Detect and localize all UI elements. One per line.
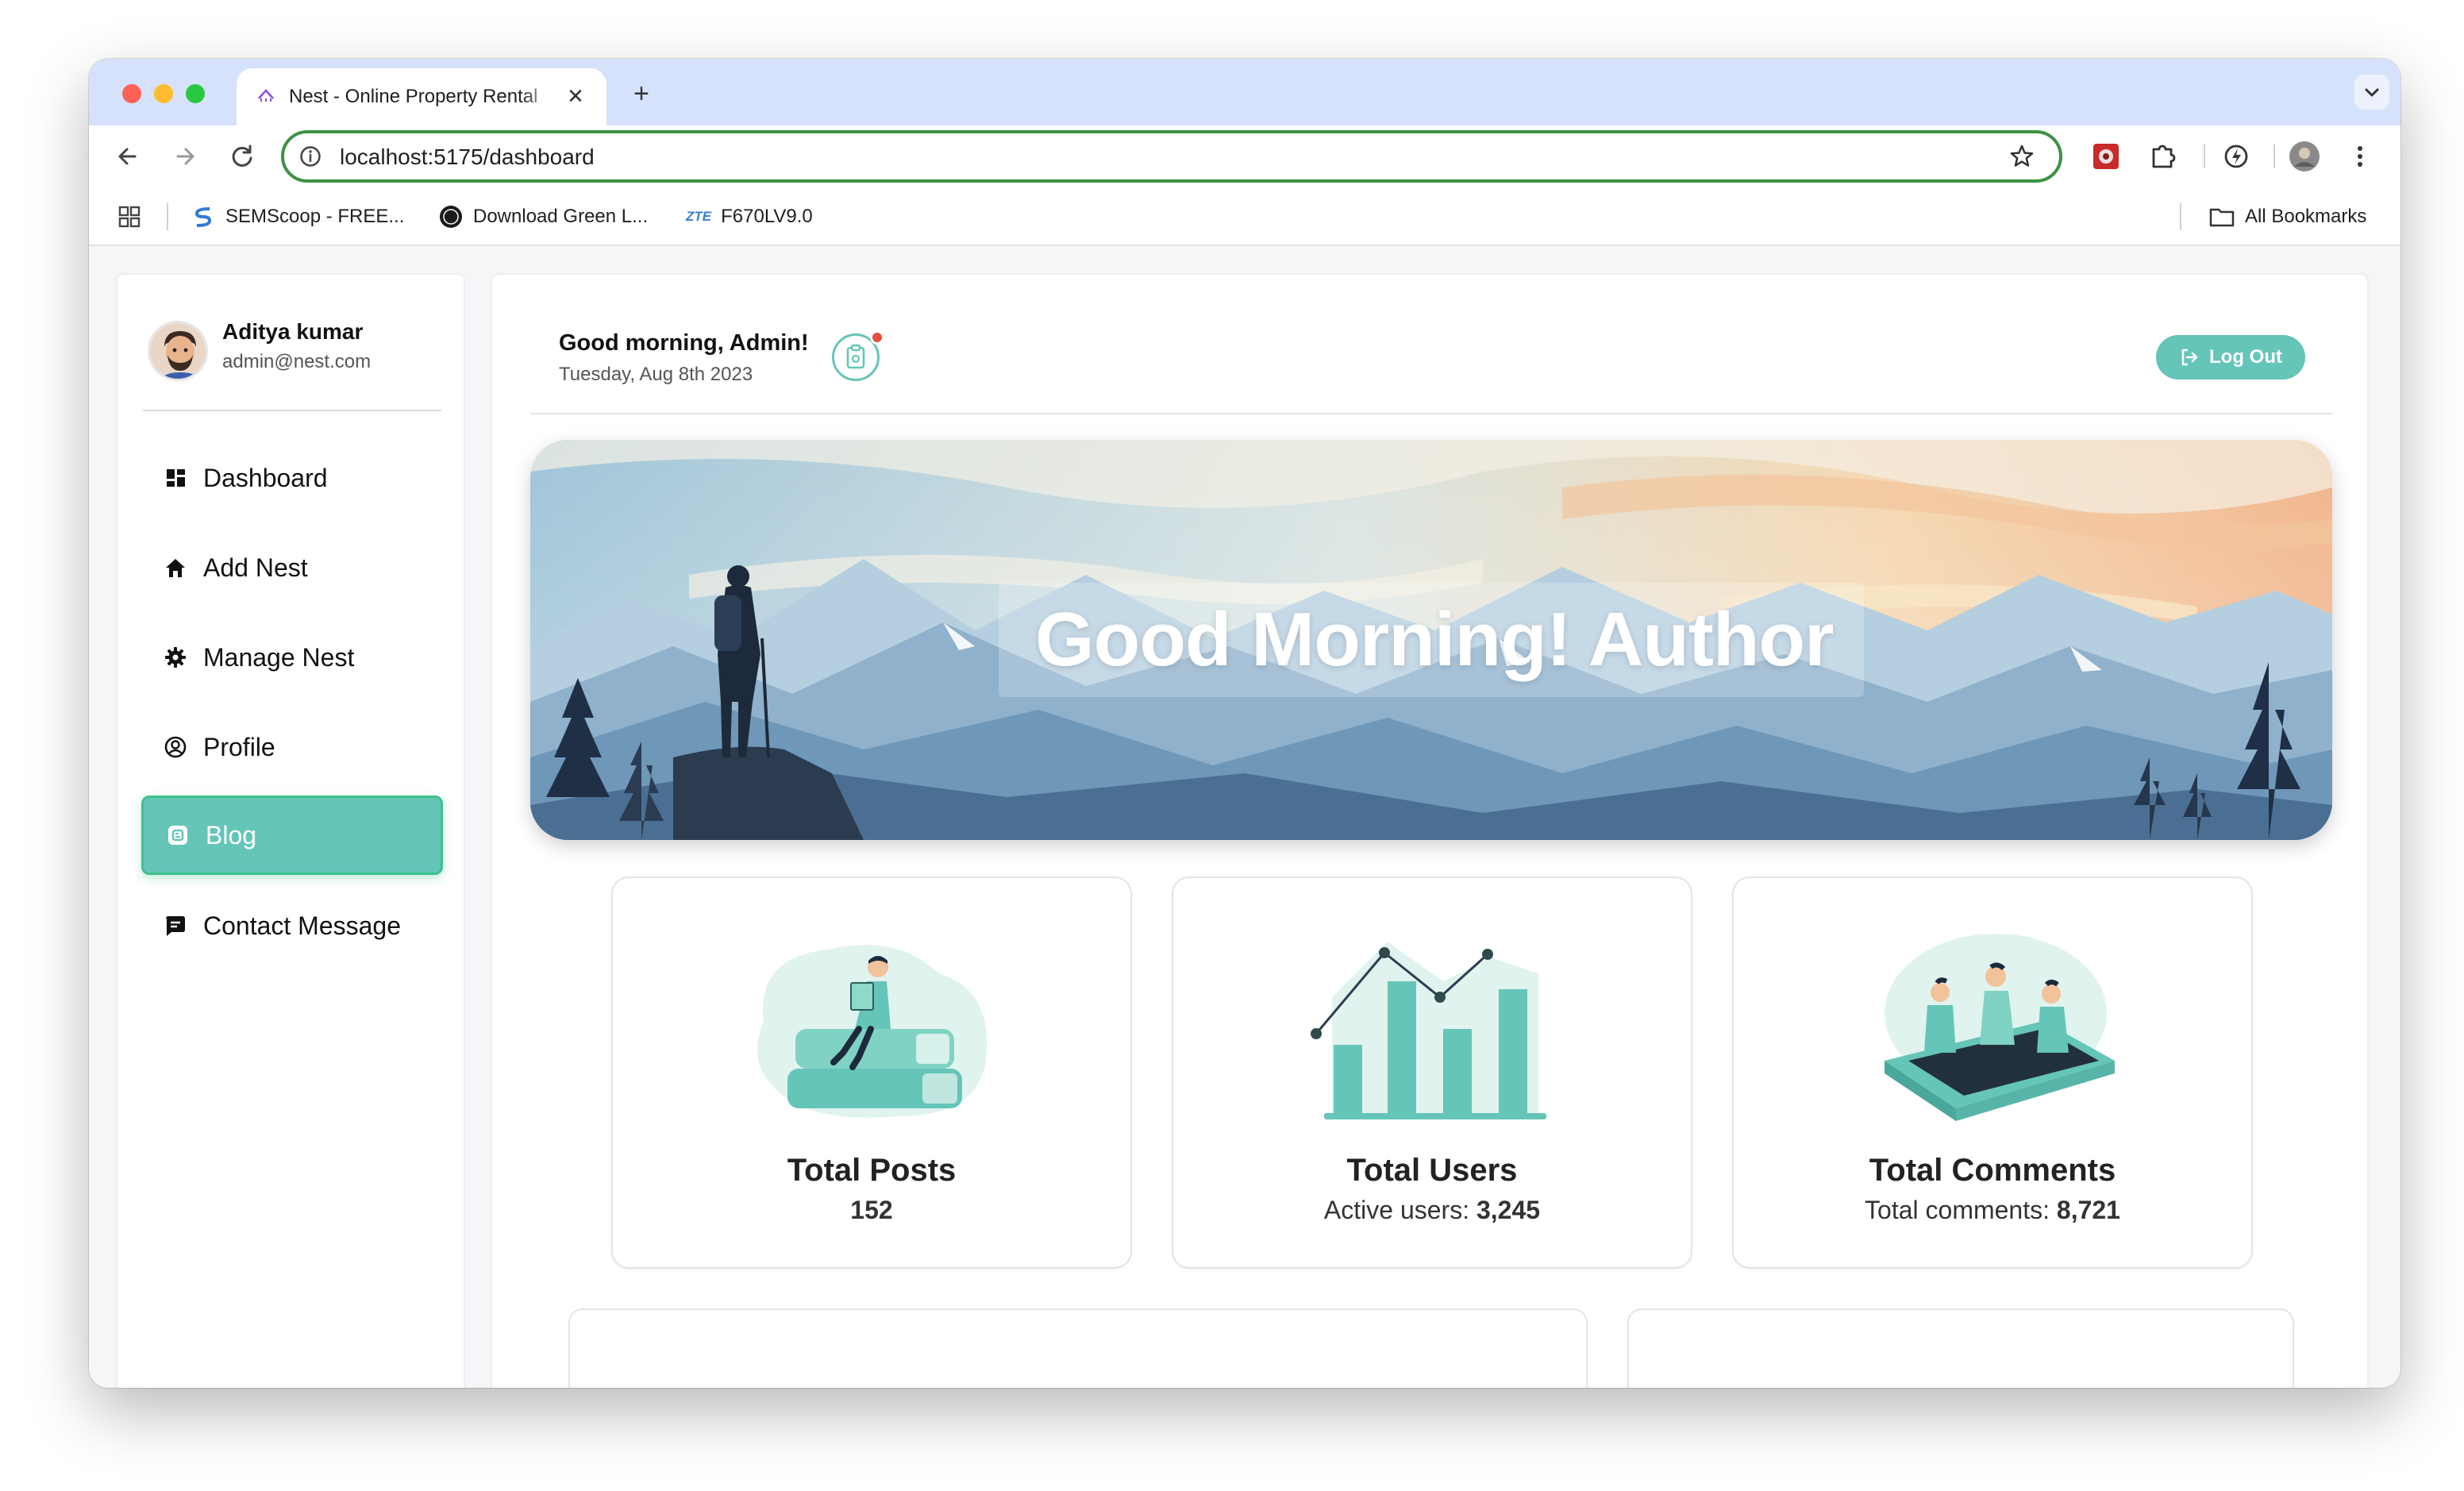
- stat-value: 8,721: [2056, 1196, 2120, 1224]
- stat-title: Total Posts: [787, 1153, 957, 1188]
- stat-value: 152: [850, 1196, 893, 1224]
- bar-chart-illustration: [1311, 942, 1546, 1119]
- tab-search-button[interactable]: [2354, 75, 2389, 110]
- minimize-window-button[interactable]: [154, 84, 173, 103]
- user-circle-icon: [164, 736, 187, 758]
- bookmark-semscoop[interactable]: SEMScoop - FREE...: [191, 202, 404, 232]
- sidebar-item-add-nest[interactable]: Add Nest: [141, 528, 443, 607]
- page-content: Aditya kumar admin@nest.com Dashboard Ad…: [89, 246, 2400, 1388]
- bookmark-download-green[interactable]: Download Green L...: [438, 202, 648, 232]
- sidebar-item-dashboard[interactable]: Dashboard: [141, 438, 443, 518]
- extension-red-icon[interactable]: [2089, 140, 2123, 173]
- home-icon: [166, 559, 185, 577]
- clipboard-icon: [846, 344, 865, 369]
- bottom-card-left: [568, 1308, 1588, 1388]
- chevron-down-icon: [2365, 88, 2379, 97]
- browser-window: Nest - Online Property Rental ✕ + localh…: [89, 59, 2400, 1388]
- user-email: admin@nest.com: [222, 351, 372, 372]
- greeting-date: Tuesday, Aug 8th 2023: [559, 364, 753, 385]
- folder-icon: [2209, 208, 2235, 227]
- all-bookmarks[interactable]: All Bookmarks: [2208, 202, 2366, 232]
- avatar[interactable]: [148, 321, 208, 381]
- performance-icon[interactable]: [2220, 140, 2253, 173]
- user-avatar-icon: [150, 323, 206, 379]
- stat-subtitle: Active users: 3,245: [1323, 1196, 1541, 1224]
- browser-toolbar: localhost:5175/dashboard: [89, 125, 2400, 187]
- sidebar: Aditya kumar admin@nest.com Dashboard Ad…: [116, 273, 465, 1388]
- address-bar[interactable]: localhost:5175/dashboard: [281, 130, 2062, 183]
- profile-avatar-icon[interactable]: [2288, 140, 2321, 173]
- group-discussion-illustration: [1885, 934, 2115, 1121]
- extensions-puzzle-icon[interactable]: [2146, 140, 2180, 173]
- main-content: Good morning, Admin! Tuesday, Aug 8th 20…: [491, 273, 2369, 1388]
- bookmarks-bar: SEMScoop - FREE... Download Green L... Z…: [89, 187, 2400, 246]
- logout-button[interactable]: Log Out: [2156, 335, 2305, 379]
- url-text: localhost:5175/dashboard: [340, 144, 595, 169]
- hero-banner: Good Morning! Author: [530, 440, 2332, 840]
- sidebar-item-blog[interactable]: Blog: [141, 796, 443, 875]
- tab-title: Nest - Online Property Rental: [289, 86, 538, 107]
- semscoop-icon: [194, 207, 212, 227]
- stat-value: 3,245: [1476, 1196, 1541, 1224]
- user-name: Aditya kumar: [222, 319, 364, 344]
- stat-subtitle: 152: [613, 1196, 1130, 1225]
- books-reader-illustration: [757, 945, 988, 1118]
- maximize-window-button[interactable]: [186, 84, 205, 103]
- stat-title: Total Comments: [1869, 1153, 2116, 1188]
- hero-title: Good Morning! Author: [1035, 597, 1834, 682]
- sidebar-item-manage-nest[interactable]: Manage Nest: [141, 618, 443, 697]
- bottom-card-right: [1627, 1308, 2294, 1388]
- stat-card-total-comments[interactable]: Total Comments Total comments: 8,721: [1732, 876, 2253, 1269]
- message-icon: [166, 916, 185, 936]
- dashboard-icon: [167, 469, 185, 487]
- greeting-title: Good morning, Admin!: [559, 330, 809, 356]
- more-menu-icon[interactable]: [2343, 140, 2377, 173]
- sidebar-item-profile[interactable]: Profile: [141, 707, 443, 787]
- stat-subtitle: Total comments: 8,721: [1865, 1196, 2120, 1224]
- logout-icon: [2181, 349, 2198, 366]
- zte-icon: ZTE: [686, 209, 712, 224]
- blog-icon: [168, 826, 187, 845]
- nest-favicon-icon: [258, 89, 274, 102]
- pro-badge-icon: [440, 206, 462, 228]
- sidebar-item-contact-message[interactable]: Contact Message: [141, 886, 443, 965]
- forward-arrow-icon[interactable]: [168, 140, 202, 173]
- stat-card-total-posts[interactable]: Total Posts 152: [611, 876, 1132, 1269]
- apps-grid-icon[interactable]: [117, 205, 141, 229]
- new-tab-button[interactable]: +: [626, 78, 657, 110]
- tab-close-icon[interactable]: ✕: [564, 84, 587, 108]
- bookmark-star-icon[interactable]: [2008, 143, 2035, 170]
- site-info-icon[interactable]: [298, 144, 322, 168]
- browser-tab[interactable]: Nest - Online Property Rental ✕: [237, 68, 606, 125]
- tab-strip: Nest - Online Property Rental ✕ +: [89, 59, 2400, 125]
- notification-dot: [870, 330, 884, 345]
- bookmark-zte[interactable]: ZTE F670LV9.0: [686, 202, 813, 232]
- stat-title: Total Users: [1346, 1153, 1518, 1188]
- back-arrow-icon[interactable]: [111, 140, 144, 173]
- gear-icon: [165, 647, 186, 668]
- stat-card-total-users[interactable]: Total Users Active users: 3,245: [1172, 876, 1692, 1269]
- reload-icon[interactable]: [225, 140, 259, 173]
- close-window-button[interactable]: [122, 84, 141, 103]
